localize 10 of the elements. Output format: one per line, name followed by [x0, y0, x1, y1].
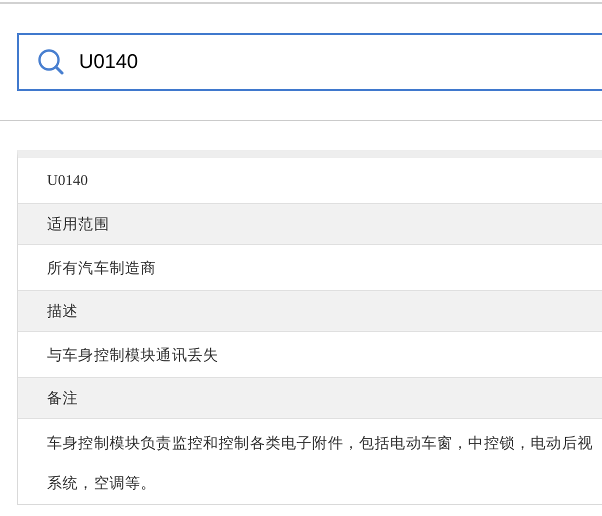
field-value: U0140 — [47, 172, 88, 190]
field-value: 系统，空调等。 — [47, 473, 156, 494]
field-label: 备注 — [47, 388, 78, 409]
field-value: 所有汽车制造商 — [47, 258, 156, 278]
field-value: 车身控制模块负责监控和控制各类电子附件，包括电动车窗，中控锁，电动后视 — [47, 433, 593, 454]
search-icon — [37, 48, 65, 76]
field-label: 适用范围 — [47, 214, 110, 235]
search-field[interactable]: U0140 — [17, 33, 602, 91]
field-label: 描述 — [47, 301, 78, 322]
field-value: 与车身控制模块通讯丢失 — [47, 344, 219, 366]
